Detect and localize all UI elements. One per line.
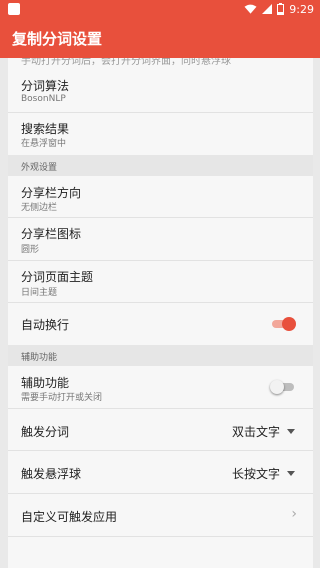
- section-title: 辅助功能: [21, 353, 58, 363]
- battery-icon: [277, 3, 285, 15]
- setting-title: 分享栏方向: [21, 186, 82, 200]
- setting-title: 辅助功能: [21, 376, 70, 390]
- setting-title: 搜索结果: [21, 122, 70, 136]
- app-bar: 复制分词设置: [0, 18, 320, 58]
- auto-wrap-toggle[interactable]: [272, 317, 296, 331]
- setting-subtitle: 需要手动打开或关闭: [21, 393, 103, 403]
- setting-title: 触发分词: [21, 425, 70, 439]
- toggle-thumb: [282, 317, 296, 331]
- setting-auto-wrap[interactable]: 自动换行: [8, 303, 313, 345]
- setting-subtitle: 圆形: [21, 245, 40, 255]
- accessibility-toggle[interactable]: [270, 380, 296, 394]
- setting-subtitle: 日间主题: [21, 288, 58, 298]
- dropdown-arrow-icon: [287, 429, 295, 434]
- status-bar: 9:29: [0, 0, 320, 18]
- section-title: 外观设置: [21, 163, 58, 173]
- setting-title: 自定义可触发应用: [21, 510, 118, 524]
- signal-icon: [262, 4, 273, 14]
- setting-custom-apps[interactable]: 自定义可触发应用 ›: [8, 494, 313, 537]
- setting-accessibility[interactable]: 辅助功能 需要手动打开或关闭: [8, 366, 313, 409]
- setting-subtitle: BosonNLP: [21, 94, 66, 104]
- dropdown-arrow-icon: [287, 471, 295, 476]
- setting-title: 分词页面主题: [21, 270, 94, 284]
- section-header-accessibility: 辅助功能: [8, 345, 313, 366]
- setting-search-result[interactable]: 搜索结果 在悬浮窗中: [8, 113, 313, 155]
- setting-share-bar-direction[interactable]: 分享栏方向 无侧边栏: [8, 176, 313, 218]
- notification-icon: [8, 3, 20, 15]
- setting-title: 分词算法: [21, 79, 70, 93]
- setting-share-bar-icon[interactable]: 分享栏图标 圆形: [8, 218, 313, 261]
- divider: [8, 536, 313, 537]
- wifi-icon: [244, 4, 257, 14]
- setting-title: 分享栏图标: [21, 227, 82, 241]
- setting-subtitle: 无侧边栏: [21, 203, 58, 213]
- settings-list[interactable]: 手动打开分词后，会打开分词界面，同时悬浮球 分词算法 BosonNLP 搜索结果…: [8, 58, 313, 568]
- setting-trigger-segment[interactable]: 触发分词 双击文字: [8, 409, 313, 451]
- partial-setting-item[interactable]: 手动打开分词后，会打开分词界面，同时悬浮球: [8, 58, 313, 70]
- setting-subtitle: 在悬浮窗中: [21, 139, 67, 149]
- status-time: 9:29: [289, 2, 314, 16]
- partial-setting-text: 手动打开分词后，会打开分词界面，同时悬浮球: [21, 58, 231, 67]
- trigger-segment-dropdown[interactable]: 双击文字: [232, 423, 280, 440]
- section-header-appearance: 外观设置: [8, 155, 313, 176]
- trigger-float-dropdown[interactable]: 长按文字: [232, 465, 280, 482]
- toggle-thumb: [270, 380, 284, 394]
- setting-segment-page-theme[interactable]: 分词页面主题 日间主题: [8, 261, 313, 303]
- page-title: 复制分词设置: [12, 30, 103, 48]
- setting-trigger-float[interactable]: 触发悬浮球 长按文字: [8, 451, 313, 494]
- setting-title: 自动换行: [21, 318, 70, 332]
- setting-segmentation-algorithm[interactable]: 分词算法 BosonNLP: [8, 70, 313, 113]
- setting-title: 触发悬浮球: [21, 467, 82, 481]
- chevron-right-icon: ›: [291, 506, 297, 522]
